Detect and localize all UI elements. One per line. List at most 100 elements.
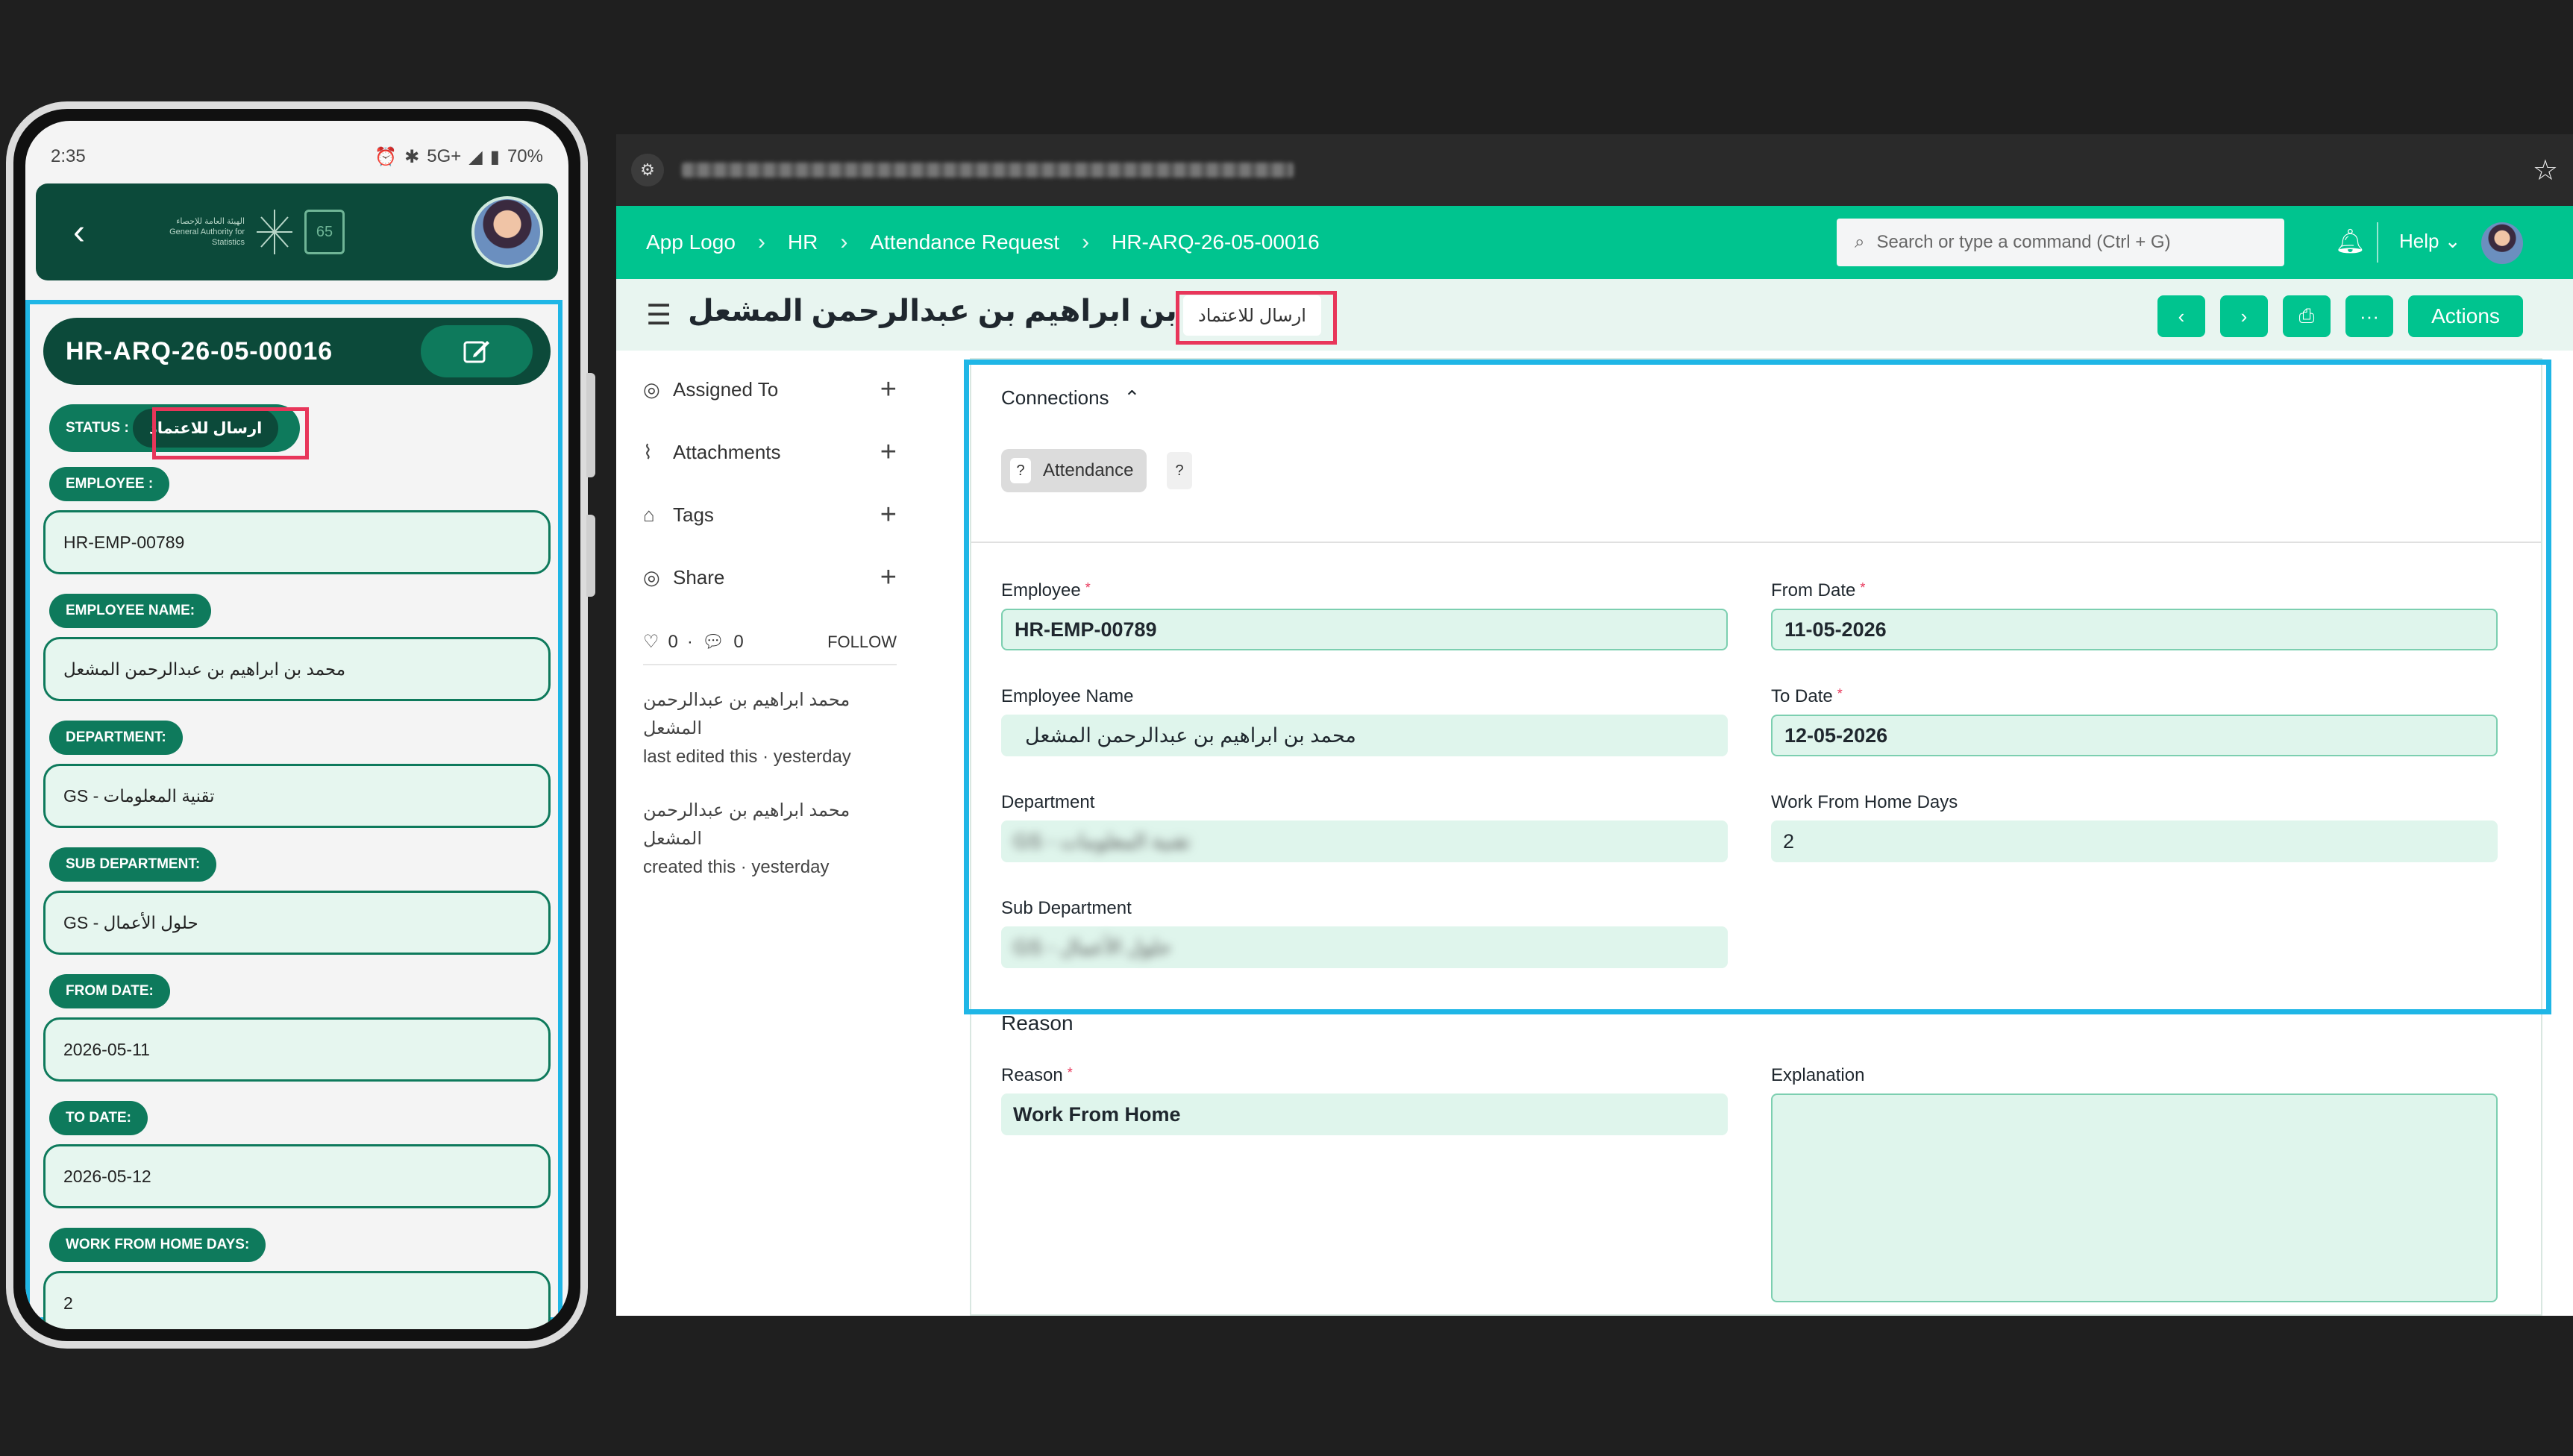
to-date-field[interactable]: 2026-05-12 [43,1144,551,1208]
alarm-icon: ⏰ [374,146,398,167]
site-settings-icon[interactable]: ⚙ [631,154,664,186]
search-placeholder: Search or type a command (Ctrl + G) [1876,232,2171,252]
navbar-divider [2377,222,2378,263]
follow-link[interactable]: FOLLOW [827,633,897,652]
star-emblem-icon [257,210,292,254]
tag-icon: ⌂ [643,503,655,526]
phone-screen: 2:35 ⏰ ✱ 5G+ ◢ ▮ 70% ‹ الهيئة العامة للإ… [25,121,568,1329]
explanation-textarea[interactable] [1771,1093,2498,1302]
breadcrumb: App Logo › HR › Attendance Request › HR-… [646,230,1320,255]
activity-item: محمد ابراهيم بن عبدالرحمن المشعل last ed… [643,686,897,771]
form-sidebar: ◎ Assigned To + ⌇ Attachments + ⌂ Tags +… [643,358,897,877]
heart-icon[interactable]: ♡ [643,631,659,653]
reason-section-title: Reason [1001,1011,1074,1035]
page-header: ☰ محمد بن ابراهيم بن عبدالرحمن المشعل ار… [616,279,2573,351]
chevron-right-icon: › [1082,230,1090,254]
url-bar[interactable]: ⚙ ☆ [616,134,2573,206]
bluetooth-icon: ✱ [404,146,420,167]
sidebar-item-share[interactable]: ◎ Share + [643,546,897,609]
phone-status-bar: 2:35 ⏰ ✱ 5G+ ◢ ▮ 70% [25,121,568,175]
prev-doc-button[interactable]: ‹ [2157,295,2205,337]
reason-label: Reason * [1001,1065,1073,1085]
wfh-days-label: WORK FROM HOME DAYS: [49,1228,266,1262]
plus-icon[interactable]: + [880,374,897,406]
phone-highlight-box: HR-ARQ-26-05-00016 STATUS : ارسال للاعتم… [25,300,562,1329]
bell-icon[interactable]: 🔔︎ [2335,227,2366,255]
employee-label: EMPLOYEE : [49,467,170,501]
breadcrumb-attendance-request[interactable]: Attendance Request [870,230,1059,254]
share-user-icon: ◎ [643,565,660,589]
help-menu[interactable]: Help ⌄ [2399,230,2461,253]
breadcrumb-hr[interactable]: HR [788,230,818,254]
app-header: ‹ الهيئة العامة للإحصاء General Authorit… [36,183,558,280]
reason-input[interactable]: Work From Home [1001,1093,1728,1135]
search-input[interactable]: ⌕ Search or type a command (Ctrl + G) [1837,219,2284,266]
user-plus-icon: ◎ [643,377,660,401]
user-avatar[interactable] [2481,222,2523,264]
edit-icon [463,341,489,363]
plus-icon[interactable]: + [880,499,897,531]
chevron-left-icon[interactable]: ‹ [73,212,118,253]
chevron-right-icon: › [757,230,765,254]
sub-department-field[interactable]: GS - حلول الأعمال [43,891,551,955]
department-label: DEPARTMENT: [49,721,183,755]
url-text-blurred[interactable] [682,163,1294,178]
activity-text: created this · yesterday [643,857,830,877]
chevron-right-icon: › [840,230,848,254]
plus-icon[interactable]: + [880,436,897,468]
from-date-field[interactable]: 2026-05-11 [43,1017,551,1082]
phone-form: HR-ARQ-26-05-00016 STATUS : ارسال للاعتم… [39,313,551,1329]
phone-volume-button [586,373,595,477]
activity-user[interactable]: محمد ابراهيم بن عبدالرحمن المشعل [643,797,897,853]
sidebar-item-tags[interactable]: ⌂ Tags + [643,483,897,546]
print-button[interactable]: ⎙ [2283,295,2331,337]
status-highlight-box [1176,291,1337,345]
department-field[interactable]: GS - تقنية المعلومات [43,764,551,828]
employee-field[interactable]: HR-EMP-00789 [43,510,551,574]
org-logo-text: الهيئة العامة للإحصاء General Authority … [169,217,245,247]
activity-user[interactable]: محمد ابراهيم بن عبدالرحمن المشعل [643,686,897,743]
doc-title-pill: HR-ARQ-26-05-00016 [43,318,551,385]
explanation-label: Explanation [1771,1065,1865,1085]
sidebar-item-assigned-to[interactable]: ◎ Assigned To + [643,358,897,421]
to-date-label: TO DATE: [49,1101,148,1135]
sidebar-stats: ♡ 0 · 💬︎ 0 FOLLOW [643,631,897,653]
employee-name-label: EMPLOYEE NAME: [49,594,212,628]
doc-title: HR-ARQ-26-05-00016 [66,336,333,365]
form-highlight-box [964,360,2551,1014]
wfh-days-field[interactable]: 2 [43,1271,551,1329]
status-time: 2:35 [51,146,86,166]
app-logo[interactable]: App Logo [646,230,736,254]
anniversary-badge: 65 [304,210,345,254]
paperclip-icon: ⌇ [643,440,653,463]
actions-button[interactable]: Actions [2408,295,2523,337]
org-logo: الهيئة العامة للإحصاء General Authority … [155,208,345,256]
comment-icon[interactable]: 💬︎ [702,631,724,653]
sidebar-item-attachments[interactable]: ⌇ Attachments + [643,421,897,483]
edit-button[interactable] [421,325,533,377]
status-highlight-box [152,407,309,459]
likes-count: 0 [668,631,678,652]
activity-text: last edited this · yesterday [643,747,851,767]
search-icon: ⌕ [1855,232,1865,252]
comments-count: 0 [733,631,744,652]
next-doc-button[interactable]: › [2220,295,2268,337]
hamburger-icon[interactable]: ☰ [646,298,671,332]
sub-department-label: SUB DEPARTMENT: [49,847,217,882]
battery-percent: 70% [507,146,543,166]
plus-icon[interactable]: + [880,562,897,594]
signal-icon: ◢ [468,146,483,167]
from-date-label: FROM DATE: [49,974,170,1008]
activity-item: محمد ابراهيم بن عبدالرحمن المشعل created… [643,797,897,882]
employee-name-field[interactable]: محمد بن ابراهيم بن عبدالرحمن المشعل [43,637,551,701]
breadcrumb-doc[interactable]: HR-ARQ-26-05-00016 [1112,230,1320,254]
user-avatar[interactable] [471,196,543,268]
phone-frame: 2:35 ⏰ ✱ 5G+ ◢ ▮ 70% ‹ الهيئة العامة للإ… [6,101,588,1349]
sidebar-divider [643,664,897,665]
more-button[interactable]: ··· [2345,295,2393,337]
phone-power-button [586,515,595,597]
star-icon[interactable]: ☆ [2533,154,2558,187]
battery-icon: ▮ [489,146,500,167]
browser-window: ⚙ ☆ App Logo › HR › Attendance Request ›… [616,134,2573,1316]
printer-icon: ⎙ [2298,304,2315,327]
